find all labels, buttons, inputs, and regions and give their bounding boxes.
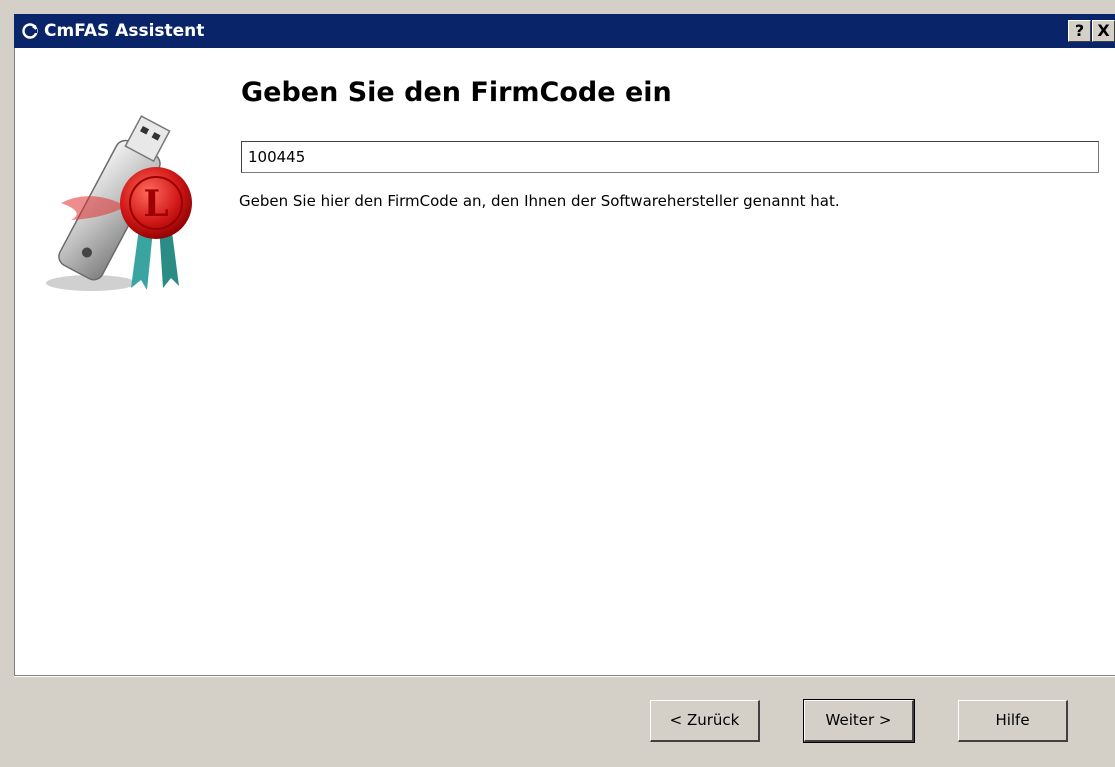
cmfas-wizard-window: CmFAS Assistent ? X L Geben Sie den Firm… (0, 0, 1115, 767)
help-title-button[interactable]: ? (1068, 20, 1091, 42)
close-button[interactable]: X (1092, 20, 1115, 42)
window-title: CmFAS Assistent (44, 21, 205, 41)
usb-dongle-wax-seal-icon: L (31, 108, 211, 298)
wizard-page: L Geben Sie den FirmCode ein Geben Sie h… (14, 48, 1115, 675)
firmcode-hint: Geben Sie hier den FirmCode an, den Ihne… (239, 192, 840, 210)
title-bar[interactable]: CmFAS Assistent ? X (14, 14, 1115, 48)
cmfas-app-icon (22, 23, 38, 39)
help-button[interactable]: Hilfe (958, 700, 1068, 742)
svg-text:L: L (143, 183, 168, 225)
footer-divider-highlight (14, 676, 1115, 677)
back-button[interactable]: < Zurück (650, 700, 760, 742)
firmcode-input[interactable] (241, 141, 1099, 173)
page-title: Geben Sie den FirmCode ein (241, 77, 672, 108)
next-button[interactable]: Weiter > (803, 699, 915, 743)
